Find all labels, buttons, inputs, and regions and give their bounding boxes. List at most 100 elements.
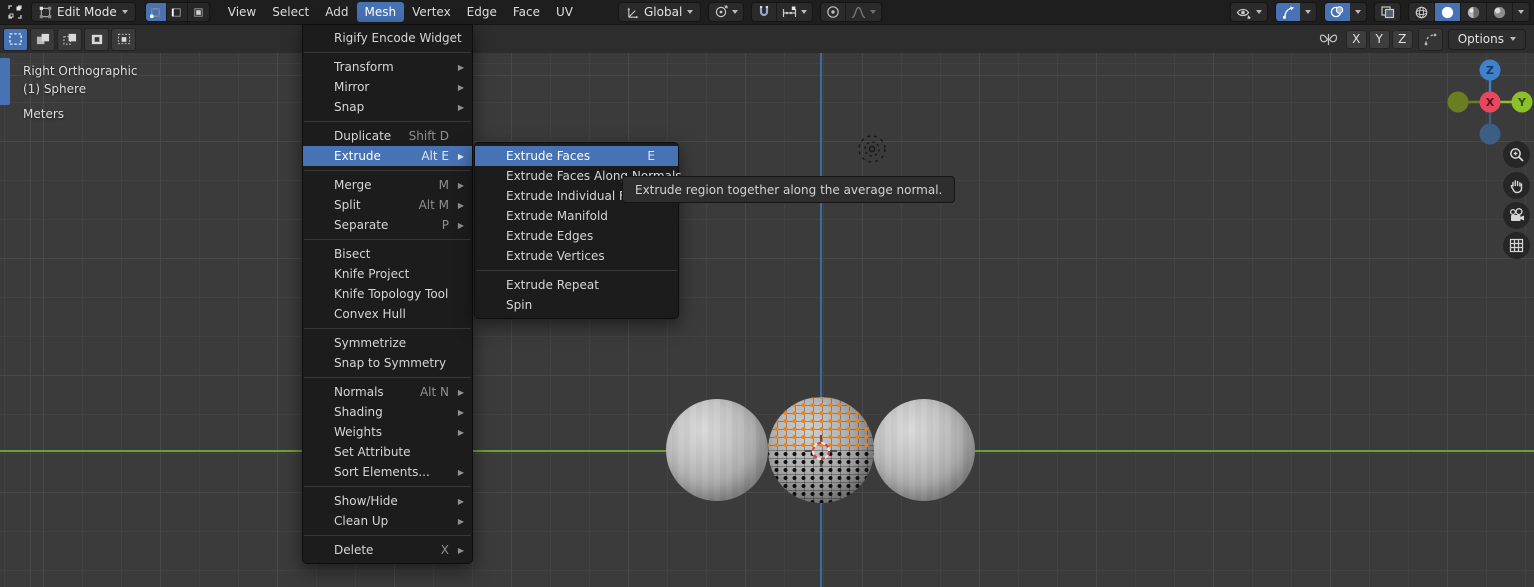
mesh-menu-item-delete[interactable]: DeleteX▶ (303, 540, 472, 560)
shading-material-preview-button[interactable] (1461, 3, 1487, 21)
select-intersect-icon (116, 32, 132, 46)
select-invert-button[interactable] (84, 28, 109, 51)
mesh-menu-item-convex-hull[interactable]: Convex Hull (303, 304, 472, 324)
mode-select[interactable]: Edit Mode (31, 2, 136, 22)
menu-item-label: Spin (506, 298, 532, 312)
overlays-dropdown[interactable] (1350, 3, 1366, 21)
edge-select-mode-button[interactable] (167, 3, 188, 21)
shading-dropdown[interactable] (1513, 3, 1529, 21)
mesh-menu-item-set-attribute[interactable]: Set Attribute (303, 442, 472, 462)
mesh-menu-item-symmetrize[interactable]: Symmetrize (303, 333, 472, 353)
mesh-menu-item-transform[interactable]: Transform▶ (303, 57, 472, 77)
xray-toggle[interactable] (1374, 2, 1401, 22)
menu-item-label: Clean Up (334, 514, 388, 528)
mesh-menu-item-extrude[interactable]: ExtrudeAlt E▶ (303, 146, 472, 166)
mesh-menu-item-split[interactable]: SplitAlt M▶ (303, 195, 472, 215)
mesh-menu-item-knife-project[interactable]: Knife Project (303, 264, 472, 284)
menubar-item-select[interactable]: Select (264, 2, 317, 22)
chevron-down-icon (1510, 37, 1516, 41)
mesh-menu-item-duplicate[interactable]: DuplicateShift D (303, 126, 472, 146)
select-subtract-button[interactable] (57, 28, 82, 51)
extrude-menu-item-extrude-faces[interactable]: Extrude FacesE (475, 146, 678, 166)
shading-solid-button[interactable] (1435, 3, 1461, 21)
select-extend-button[interactable] (30, 28, 55, 51)
navigation-gizmo[interactable]: ZXY (1447, 58, 1534, 146)
point-light-widget[interactable] (852, 129, 892, 169)
gizmo-axis-neg[interactable] (1448, 92, 1469, 113)
vertex-select-mode-button[interactable] (146, 3, 167, 21)
shading-rendered-button[interactable] (1487, 3, 1513, 21)
mesh-menu-item-merge[interactable]: MergeM▶ (303, 175, 472, 195)
extrude-menu-item-extrude-vertices[interactable]: Extrude Vertices (475, 246, 678, 266)
viewport-3d[interactable]: Right Orthographic (1) Sphere Meters ZXY (0, 53, 1534, 587)
menubar-item-uv[interactable]: UV (548, 2, 581, 22)
sphere-right[interactable] (873, 399, 975, 501)
shading-wireframe-button[interactable] (1409, 3, 1435, 21)
gizmo-axis-neg[interactable] (1480, 124, 1501, 145)
select-tool-modes (3, 28, 136, 51)
sphere-left[interactable] (666, 399, 768, 501)
overlays-toggle[interactable] (1325, 3, 1350, 21)
gizmo-axis-z[interactable]: Z (1480, 60, 1501, 81)
submenu-arrow-icon: ▶ (455, 408, 464, 417)
symmetry-x-toggle[interactable]: X (1346, 30, 1367, 49)
gizmo-axis-y[interactable]: Y (1512, 92, 1533, 113)
cursor-3d-icon (804, 434, 838, 468)
snap-target-dropdown[interactable] (777, 3, 812, 21)
menubar-item-mesh[interactable]: Mesh (357, 2, 405, 22)
proportional-falloff-dropdown[interactable] (846, 3, 881, 21)
symmetry-z-toggle[interactable]: Z (1392, 30, 1413, 49)
mesh-menu-item-weights[interactable]: Weights▶ (303, 422, 472, 442)
mesh-menu-item-rigify-encode-widget[interactable]: Rigify Encode Widget (303, 28, 472, 48)
pivot-point-dropdown[interactable] (708, 2, 744, 22)
mesh-menu-item-bisect[interactable]: Bisect (303, 244, 472, 264)
submenu-arrow-icon: ▶ (455, 103, 464, 112)
menubar-item-view[interactable]: View (220, 2, 264, 22)
toolbar-active-tool-tab[interactable] (0, 58, 10, 105)
camera-view-button[interactable] (1503, 202, 1530, 229)
select-set-button[interactable] (3, 28, 28, 51)
options-dropdown[interactable]: Options (1448, 29, 1526, 50)
mesh-menu-item-normals[interactable]: NormalsAlt N▶ (303, 382, 472, 402)
editor-type-button[interactable] (3, 2, 27, 22)
extrude-menu-item-extrude-edges[interactable]: Extrude Edges (475, 226, 678, 246)
transform-orientation-select[interactable]: Global (618, 2, 701, 22)
zoom-button[interactable] (1503, 141, 1530, 168)
mesh-menu-item-snap-to-symmetry[interactable]: Snap to Symmetry (303, 353, 472, 373)
symmetry-y-toggle[interactable]: Y (1369, 30, 1390, 49)
menu-separator (476, 270, 677, 271)
extrude-menu-item-extrude-repeat[interactable]: Extrude Repeat (475, 275, 678, 295)
tool-settings-bar: XYZ Options (0, 24, 1534, 53)
toggle-ortho-button[interactable] (1503, 232, 1530, 259)
mesh-menu-item-snap[interactable]: Snap▶ (303, 97, 472, 117)
mesh-menu-item-sort-elements-[interactable]: Sort Elements...▶ (303, 462, 472, 482)
mesh-menu-item-mirror[interactable]: Mirror▶ (303, 77, 472, 97)
wireframe-icon (1414, 5, 1429, 20)
select-mode-group (145, 2, 210, 22)
menubar-item-vertex[interactable]: Vertex (404, 2, 459, 22)
mesh-menu-item-clean-up[interactable]: Clean Up▶ (303, 511, 472, 531)
mesh-symmetry-button[interactable] (1316, 32, 1341, 47)
navigation-gizmo-icon[interactable]: ZXY (1447, 58, 1534, 146)
face-select-mode-button[interactable] (188, 3, 209, 21)
face-select-icon (192, 6, 205, 19)
gizmos-toggle[interactable] (1276, 3, 1300, 21)
proportional-editing-toggle[interactable] (821, 3, 846, 21)
proportional-snap-button[interactable] (1418, 28, 1443, 51)
options-label: Options (1458, 32, 1504, 46)
mesh-menu-item-knife-topology-tool[interactable]: Knife Topology Tool (303, 284, 472, 304)
gizmo-axis-x[interactable]: X (1480, 92, 1501, 113)
select-intersect-button[interactable] (111, 28, 136, 51)
mesh-menu-item-shading[interactable]: Shading▶ (303, 402, 472, 422)
extrude-menu-item-spin[interactable]: Spin (475, 295, 678, 315)
menubar-item-edge[interactable]: Edge (459, 2, 505, 22)
mesh-menu-item-show-hide[interactable]: Show/Hide▶ (303, 491, 472, 511)
visibility-dropdown[interactable] (1230, 2, 1268, 22)
pan-button[interactable] (1503, 172, 1530, 199)
menubar-item-face[interactable]: Face (505, 2, 548, 22)
extrude-menu-item-extrude-manifold[interactable]: Extrude Manifold (475, 206, 678, 226)
gizmos-dropdown[interactable] (1300, 3, 1316, 21)
mesh-menu-item-separate[interactable]: SeparateP▶ (303, 215, 472, 235)
menubar-item-add[interactable]: Add (317, 2, 356, 22)
snap-toggle[interactable] (752, 3, 777, 21)
